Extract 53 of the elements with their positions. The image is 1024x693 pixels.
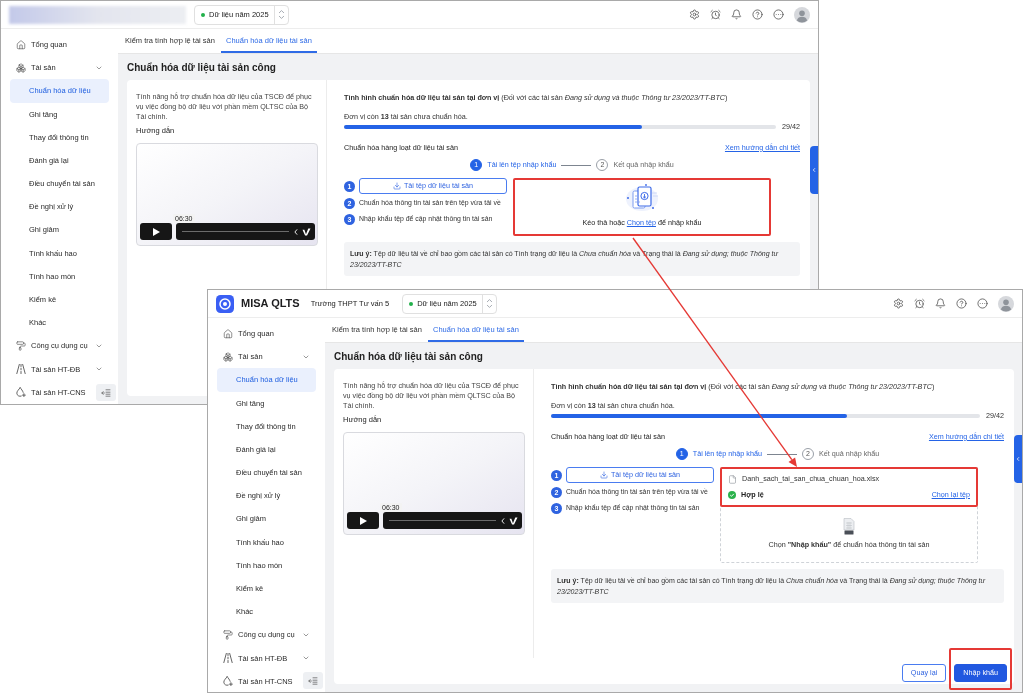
page-title: Chuẩn hóa dữ liệu tài sản công	[334, 349, 483, 364]
check-circle-icon	[728, 491, 736, 499]
ellipsis-circle-icon[interactable]	[773, 9, 784, 20]
app-logo-icon	[216, 294, 234, 313]
step-connector	[561, 164, 592, 166]
file-icon	[728, 474, 737, 484]
chevron-left-icon[interactable]	[294, 228, 298, 235]
collapse-icon	[101, 388, 111, 397]
v-logo-icon[interactable]	[509, 516, 518, 525]
alarm-clock-icon[interactable]	[710, 9, 721, 20]
home-icon	[223, 328, 233, 339]
boxes-icon	[223, 351, 233, 362]
play-icon	[359, 516, 367, 525]
boxes-icon	[16, 62, 26, 73]
play-button[interactable]	[140, 223, 172, 240]
play-icon	[152, 227, 160, 236]
spinner-arrows-icon[interactable]	[277, 9, 285, 20]
side-panel-handle[interactable]	[1014, 435, 1022, 483]
page-title: Chuẩn hóa dữ liệu tài sản công	[127, 60, 276, 75]
help-icon[interactable]	[956, 298, 967, 309]
home-icon	[16, 39, 26, 50]
bell-icon[interactable]	[731, 9, 742, 20]
collapse-sidebar-button[interactable]	[303, 672, 323, 689]
video-timeline-track[interactable]	[182, 230, 289, 233]
video-timeline-track[interactable]	[389, 519, 496, 522]
app-name: MISA QLTS	[241, 296, 300, 312]
avatar-icon[interactable]	[998, 295, 1014, 312]
collapse-icon	[308, 676, 318, 685]
chevron-left-icon	[1015, 456, 1021, 462]
step-connector	[766, 453, 797, 455]
settings-icon[interactable]	[893, 298, 904, 309]
side-panel-handle[interactable]	[810, 146, 818, 194]
droplet-icon	[223, 676, 233, 687]
play-button[interactable]	[347, 512, 379, 529]
road-icon	[223, 653, 233, 664]
help-icon[interactable]	[752, 9, 763, 20]
paint-roller-icon	[16, 341, 26, 352]
v-logo-icon[interactable]	[302, 227, 311, 236]
alarm-clock-icon[interactable]	[914, 298, 925, 309]
download-icon	[392, 182, 401, 190]
avatar-icon[interactable]	[794, 6, 810, 23]
bell-icon[interactable]	[935, 298, 946, 309]
spinner-arrows-icon[interactable]	[485, 298, 493, 309]
settings-icon[interactable]	[689, 9, 700, 20]
road-icon	[16, 364, 26, 375]
paint-roller-icon	[223, 630, 233, 641]
ellipsis-circle-icon[interactable]	[977, 298, 988, 309]
chevron-left-icon[interactable]	[501, 517, 505, 524]
collapse-sidebar-button[interactable]	[96, 384, 116, 401]
download-icon	[599, 471, 608, 479]
droplet-icon	[16, 387, 26, 398]
chevron-left-icon	[811, 167, 817, 173]
spreadsheet-file-icon	[843, 518, 855, 535]
